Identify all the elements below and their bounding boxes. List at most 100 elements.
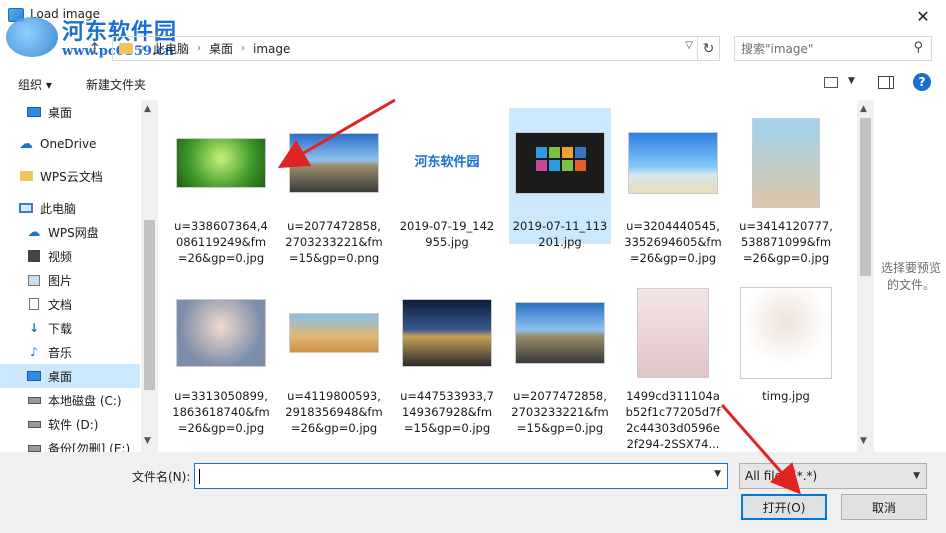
filename-input[interactable]: ▼: [194, 463, 728, 489]
search-input[interactable]: 搜索"image" ⚲: [734, 36, 932, 61]
sidebar-item[interactable]: ☁ WPS网盘: [0, 220, 140, 244]
breadcrumb-this-pc[interactable]: 此电脑: [153, 40, 189, 57]
sidebar-item[interactable]: ♪ 音乐: [0, 340, 140, 364]
chevron-right-icon[interactable]: ›: [197, 43, 201, 54]
file-item[interactable]: u=3414120777,538871099&fm=26&gp=0.jpg: [735, 108, 837, 265]
sidebar-item[interactable]: 桌面: [0, 100, 140, 124]
address-row: ↑ › 此电脑 › 桌面 › image ▽ ↻ 搜索"image" ⚲: [0, 34, 946, 64]
sidebar-item[interactable]: 视频: [0, 244, 140, 268]
toolbar: 组织 ▾ 新建文件夹 ▼ ?: [0, 70, 946, 98]
view-options-icon[interactable]: [824, 77, 838, 88]
file-name: u=2077472858,2703233221&fm=15&gp=0.png: [285, 219, 383, 265]
file-thumbnail: [402, 299, 492, 367]
preview-pane: 选择要预览的文件。: [874, 100, 946, 452]
new-folder-button[interactable]: 新建文件夹: [86, 76, 146, 93]
scroll-up-icon[interactable]: ▲: [144, 104, 151, 114]
chevron-right-icon[interactable]: ›: [141, 43, 145, 54]
sidebar-item[interactable]: 备份[勿删] (E:): [0, 436, 140, 452]
cloud-icon: ☁: [19, 136, 33, 152]
sidebar-scrollbar[interactable]: ▲ ▼: [141, 100, 158, 452]
sidebar-item[interactable]: 桌面: [0, 364, 140, 388]
file-item[interactable]: u=4119800593,2918356948&fm=26&gp=0.jpg: [283, 278, 385, 435]
filename-label: 文件名(N):: [132, 470, 191, 484]
sidebar-item[interactable]: ☁ OneDrive: [0, 132, 140, 156]
file-thumbnail: [289, 313, 379, 353]
sidebar-scroll-thumb[interactable]: [144, 220, 155, 390]
file-name: 1499cd311104ab52f1c77205d7f2c44303d0596e…: [625, 389, 721, 451]
sidebar-item-label: 视频: [48, 249, 73, 264]
file-type-select[interactable]: All files (*.*) ▼: [739, 463, 927, 489]
picture-icon: [26, 273, 42, 287]
file-item[interactable]: u=3313050899,1863618740&fm=26&gp=0.jpg: [170, 278, 272, 435]
sidebar-item-label: 本地磁盘 (C:): [48, 393, 122, 408]
file-item[interactable]: u=2077472858,2703233221&fm=15&gp=0.jpg: [509, 278, 611, 435]
sidebar-item-label: 音乐: [48, 345, 73, 360]
file-item[interactable]: 河东软件园 2019-07-19_142955.jpg: [396, 108, 498, 249]
music-icon: ♪: [30, 345, 38, 359]
cancel-button[interactable]: 取消: [841, 494, 927, 520]
help-icon[interactable]: ?: [913, 73, 931, 91]
folder-icon: [18, 169, 34, 183]
file-thumbnail: [176, 138, 266, 188]
preview-message: 选择要预览的文件。: [880, 261, 941, 292]
file-list: u=338607364,4086119249&fm=26&gp=0.jpg u=2…: [160, 100, 856, 452]
file-name: u=447533933,7149367928&fm=15&gp=0.jpg: [400, 389, 494, 435]
file-item[interactable]: u=338607364,4086119249&fm=26&gp=0.jpg: [170, 108, 272, 265]
address-bar[interactable]: › 此电脑 › 桌面 › image ▽: [112, 36, 698, 61]
sidebar-item-label: WPS网盘: [48, 225, 99, 240]
sidebar-item[interactable]: 软件 (D:): [0, 412, 140, 436]
sidebar-item[interactable]: 图片: [0, 268, 140, 292]
video-icon: [26, 249, 42, 263]
chevron-down-icon[interactable]: ▼: [913, 464, 920, 488]
file-thumbnail: [628, 132, 718, 194]
up-arrow-icon[interactable]: ↑: [88, 39, 101, 58]
navigation-pane: 桌面 ☁ OneDrive WPS云文档 此电脑 ☁ WPS网盘 视频 图片 文档 ↓ 下载 ♪ 音乐 桌面…: [0, 100, 158, 452]
desktop-icon: [26, 369, 42, 383]
scroll-down-icon[interactable]: ▼: [144, 436, 151, 446]
file-item[interactable]: 2019-07-11_113201.jpg: [509, 108, 611, 249]
close-button[interactable]: ✕: [900, 0, 946, 32]
download-icon: ↓: [28, 321, 40, 335]
file-list-scroll-thumb[interactable]: [860, 118, 871, 276]
chevron-right-icon[interactable]: ›: [241, 43, 245, 54]
desktop-icon: [26, 105, 42, 119]
search-icon: ⚲: [913, 40, 923, 55]
file-name: timg.jpg: [762, 389, 810, 403]
document-icon: [26, 297, 42, 311]
sidebar-item[interactable]: 本地磁盘 (C:): [0, 388, 140, 412]
preview-pane-icon[interactable]: [878, 76, 894, 89]
file-thumbnail: [752, 118, 820, 208]
open-button[interactable]: 打开(O): [741, 494, 827, 520]
file-name: u=3313050899,1863618740&fm=26&gp=0.jpg: [172, 389, 270, 435]
file-thumbnail: [176, 299, 266, 367]
view-dropdown-icon[interactable]: ▼: [848, 76, 855, 86]
sidebar-item[interactable]: 文档: [0, 292, 140, 316]
bottom-bar: 文件名(N): ▼ All files (*.*) ▼ 打开(O) 取消: [0, 452, 946, 533]
sidebar-item[interactable]: ↓ 下载: [0, 316, 140, 340]
chevron-down-icon[interactable]: ▽: [685, 40, 693, 51]
file-item[interactable]: timg.jpg: [735, 278, 837, 428]
scroll-up-icon[interactable]: ▲: [860, 104, 867, 114]
file-item[interactable]: u=3204440545,3352694605&fm=26&gp=0.jpg: [622, 108, 724, 265]
scroll-down-icon[interactable]: ▼: [860, 436, 867, 446]
drive-icon: [26, 441, 42, 452]
file-item[interactable]: u=2077472858,2703233221&fm=15&gp=0.png: [283, 108, 385, 265]
file-thumbnail: [740, 287, 832, 379]
file-name: u=338607364,4086119249&fm=26&gp=0.jpg: [174, 219, 268, 265]
sidebar-item[interactable]: 此电脑: [0, 196, 140, 220]
breadcrumb-desktop[interactable]: 桌面: [209, 40, 233, 57]
sidebar-item-label: WPS云文档: [40, 169, 103, 184]
file-name: u=3414120777,538871099&fm=26&gp=0.jpg: [739, 219, 833, 265]
file-item[interactable]: 1499cd311104ab52f1c77205d7f2c44303d0596e…: [622, 278, 724, 451]
sidebar-item-label: 桌面: [48, 369, 73, 384]
breadcrumb-image[interactable]: image: [253, 42, 290, 56]
chevron-down-icon[interactable]: ▼: [714, 469, 721, 479]
file-list-scrollbar[interactable]: ▲ ▼: [857, 100, 874, 452]
organize-button[interactable]: 组织 ▾: [18, 76, 52, 93]
file-item[interactable]: u=447533933,7149367928&fm=15&gp=0.jpg: [396, 278, 498, 435]
folder-icon: [119, 43, 133, 54]
sidebar-item[interactable]: WPS云文档: [0, 164, 140, 188]
file-name: u=4119800593,2918356948&fm=26&gp=0.jpg: [285, 389, 383, 435]
refresh-button[interactable]: ↻: [698, 36, 720, 61]
file-name: u=3204440545,3352694605&fm=26&gp=0.jpg: [624, 219, 722, 265]
